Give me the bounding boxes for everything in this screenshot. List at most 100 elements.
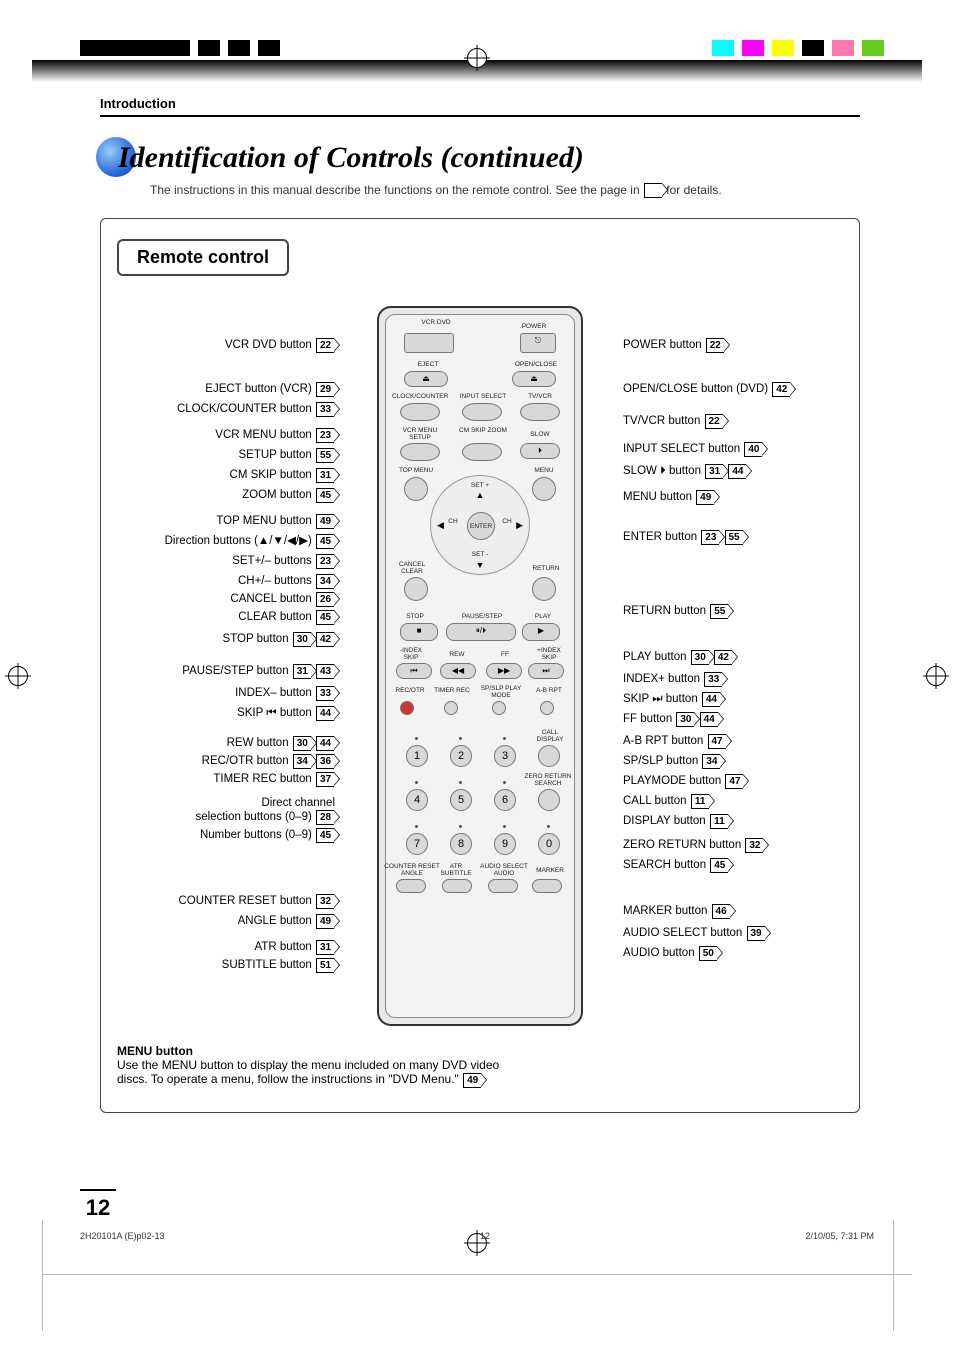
callout-row: CLEAR button 45 [238, 608, 335, 626]
dot-icon [459, 737, 462, 740]
label-eject: EJECT [408, 361, 448, 368]
ff-button: ▶▶ [486, 663, 522, 679]
page-ref: 23 [316, 554, 334, 569]
footer-page: 12 [480, 1231, 490, 1241]
page-ref: 42 [316, 632, 334, 647]
page-ref: 26 [316, 592, 334, 607]
label-ch-plus: CH [499, 518, 515, 525]
label-rew: REW [442, 651, 472, 658]
page-ref: 31 [705, 464, 723, 479]
footer-docid: 2H20101A (E)p02-13 [80, 1231, 165, 1241]
callout-label: A-B RPT button [623, 735, 707, 747]
page-ref: 49 [316, 514, 334, 529]
down-icon: ▼ [431, 560, 529, 570]
callout-label: REC/OTR button [202, 755, 292, 767]
page-ref: 55 [725, 530, 743, 545]
page-ref: 34 [293, 754, 311, 769]
callout-label: SLOW ⏵ button [623, 465, 704, 477]
label-setminus: SET - [431, 551, 529, 558]
dot-icon [459, 825, 462, 828]
page-ref: 40 [744, 442, 762, 457]
page-ref: 49 [696, 490, 714, 505]
registration-mark-icon [467, 48, 487, 68]
label-pause: PAUSE/STEP [442, 613, 522, 620]
callout-label: ZERO RETURN button [623, 839, 744, 851]
timer-rec-button [444, 701, 458, 715]
top-menu-button [404, 477, 428, 501]
page-ref: 32 [316, 894, 334, 909]
registration-mark-icon [926, 666, 946, 686]
marker-button [532, 879, 562, 893]
number-button-2: 2 [450, 745, 472, 767]
page-ref: 33 [316, 402, 334, 417]
dot-icon [547, 825, 550, 828]
callout-row: ENTER button 23 55 [623, 528, 744, 546]
enter-button: ENTER [467, 512, 495, 540]
page-ref: 45 [316, 534, 334, 549]
callout-label: TOP MENU button [216, 515, 315, 527]
crop-mark [42, 1274, 912, 1275]
callout-label: AUDIO SELECT button [623, 927, 746, 939]
callout-label: PAUSE/STEP button [182, 665, 292, 677]
footer-meta: 2H20101A (E)p02-13 12 2/10/05, 7:31 PM [80, 1231, 874, 1241]
label-zero: ZERO RETURN SEARCH [520, 773, 576, 787]
number-button-1: 1 [406, 745, 428, 767]
number-button-4: 4 [406, 789, 428, 811]
page-ref: 11 [710, 814, 728, 829]
callout-row: CANCEL button 26 [230, 590, 335, 608]
callout-row: INDEX– button 33 [235, 684, 335, 702]
callout-label: CLOCK/COUNTER button [177, 403, 315, 415]
menu-button-note: MENU button Use the MENU button to displ… [117, 1044, 517, 1087]
number-button-9: 9 [494, 833, 516, 855]
callout-row: COUNTER RESET button 32 [178, 892, 335, 910]
audio-select-button [488, 879, 518, 893]
page-ref: 22 [705, 414, 723, 429]
page-ref: 31 [316, 940, 334, 955]
page-ref: 45 [710, 858, 728, 873]
callout-row: SEARCH button 45 [623, 856, 729, 874]
rec-otr-button [400, 701, 414, 715]
skip-prev-button: ⏮ [396, 663, 432, 679]
label-audiosel: AUDIO SELECT AUDIO [478, 863, 530, 877]
callout-label: COUNTER RESET button [178, 895, 315, 907]
callout-label: SKIP ⏭ button [623, 693, 701, 705]
page-ref: 55 [710, 604, 728, 619]
callout-row: A-B RPT button 47 [623, 732, 727, 750]
callout-row: AUDIO SELECT button 39 [623, 924, 766, 942]
callout-row: PLAYMODE button 47 [623, 772, 744, 790]
callout-label: selection buttons (0–9) [195, 811, 315, 823]
callout-label: CH+/– buttons [238, 575, 315, 587]
label-indexp: +INDEX SKIP [532, 647, 566, 661]
subtitle-text: The instructions in this manual describe… [150, 183, 643, 197]
page-ref: 36 [316, 754, 334, 769]
callout-row: SP/SLP button 34 [623, 752, 721, 770]
page-ref: 44 [702, 692, 720, 707]
dot-icon [459, 781, 462, 784]
label-marker: MARKER [530, 867, 570, 874]
label-enter: ENTER [468, 523, 494, 530]
callout-row: POWER button 22 [623, 336, 725, 354]
page-ref: 44 [316, 736, 334, 751]
counter-reset-button [396, 879, 426, 893]
left-icon: ◀ [437, 520, 444, 531]
label-call: CALL DISPLAY [530, 729, 570, 743]
callout-label: ZOOM button [242, 489, 315, 501]
callout-row: CM SKIP button 31 [230, 466, 335, 484]
label-cmskip: CM SKIP ZOOM [458, 427, 508, 434]
up-icon: ▲ [431, 490, 529, 500]
callout-label: TIMER REC button [213, 773, 315, 785]
callout-label: PLAY button [623, 651, 690, 663]
page-ref: 31 [293, 664, 311, 679]
cm-skip-button [462, 443, 502, 461]
callout-row: MENU button 49 [623, 488, 715, 506]
zero-button [538, 789, 560, 811]
callout-row: ZOOM button 45 [242, 486, 335, 504]
callout-label: DISPLAY button [623, 815, 709, 827]
section-label: Introduction [100, 96, 860, 117]
page-ref: 49 [316, 914, 334, 929]
a-b-rpt-button [540, 701, 554, 715]
page-ref: 43 [316, 664, 334, 679]
page-ref: 42 [714, 650, 732, 665]
label-tvvcr: TV/VCR [520, 393, 560, 400]
callout-label: CANCEL button [230, 593, 315, 605]
